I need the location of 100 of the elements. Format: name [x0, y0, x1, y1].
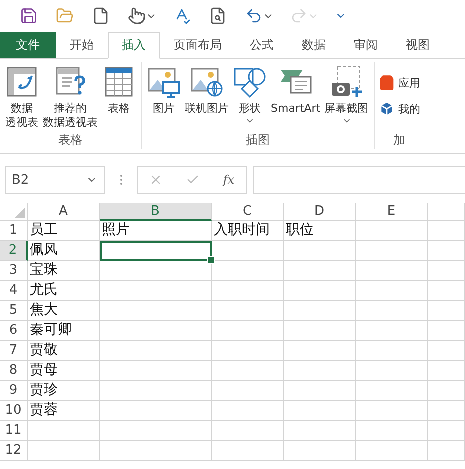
row-header[interactable]: 4	[0, 281, 28, 301]
table-cell[interactable]	[284, 321, 356, 341]
table-cell[interactable]	[100, 401, 212, 421]
table-cell[interactable]	[212, 421, 284, 441]
table-cell[interactable]	[100, 321, 212, 341]
table-cell[interactable]	[356, 421, 428, 441]
table-cell[interactable]	[212, 321, 284, 341]
table-cell[interactable]	[356, 401, 428, 421]
table-cell[interactable]: 贾母	[28, 361, 100, 381]
file-tab[interactable]: 文件	[0, 32, 56, 58]
ribbon-button[interactable]: 联机图片	[184, 65, 230, 131]
ribbon-button[interactable]: 推荐的 数据透视表	[42, 65, 99, 131]
name-box[interactable]: B2	[5, 166, 105, 194]
table-cell[interactable]: 佩风	[28, 241, 100, 261]
table-cell[interactable]	[100, 361, 212, 381]
table-cell[interactable]	[428, 281, 465, 301]
table-cell[interactable]	[212, 241, 284, 261]
table-cell[interactable]	[428, 361, 465, 381]
table-cell[interactable]	[428, 421, 465, 441]
formula-bar[interactable]	[253, 166, 465, 194]
table-cell[interactable]	[284, 241, 356, 261]
table-cell[interactable]	[100, 341, 212, 361]
table-cell[interactable]: 贾珍	[28, 381, 100, 401]
table-cell[interactable]: 入职时间	[212, 221, 284, 241]
table-cell[interactable]	[100, 381, 212, 401]
ribbon-button[interactable]: SmartArt	[270, 65, 322, 131]
table-cell[interactable]	[284, 281, 356, 301]
table-cell[interactable]	[356, 301, 428, 321]
table-cell[interactable]	[284, 381, 356, 401]
table-cell[interactable]	[428, 301, 465, 321]
column-header[interactable]: A	[28, 203, 100, 221]
table-cell[interactable]	[100, 421, 212, 441]
table-cell[interactable]	[100, 261, 212, 281]
table-cell[interactable]: 焦大	[28, 301, 100, 321]
table-cell[interactable]	[212, 341, 284, 361]
table-cell[interactable]	[356, 341, 428, 361]
table-cell[interactable]	[428, 221, 465, 241]
insert-function-button[interactable]: fx	[223, 173, 235, 187]
ribbon-button[interactable]: 形状	[232, 65, 268, 131]
column-header[interactable]: B	[100, 203, 212, 221]
row-header[interactable]: 8	[0, 361, 28, 381]
table-cell[interactable]	[428, 401, 465, 421]
table-cell[interactable]	[212, 381, 284, 401]
ribbon-button[interactable]: 图片	[146, 65, 182, 131]
table-cell[interactable]	[284, 401, 356, 421]
table-cell[interactable]: 贾蓉	[28, 401, 100, 421]
table-cell[interactable]	[284, 301, 356, 321]
table-cell[interactable]	[428, 341, 465, 361]
column-header[interactable]	[428, 203, 465, 221]
table-cell[interactable]	[356, 241, 428, 261]
table-cell[interactable]	[284, 361, 356, 381]
table-cell[interactable]	[356, 321, 428, 341]
fill-handle[interactable]	[207, 256, 215, 264]
select-all-icon[interactable]	[15, 208, 25, 218]
ribbon-button[interactable]: 应用	[378, 75, 421, 91]
table-cell[interactable]	[356, 261, 428, 281]
table-cell[interactable]	[428, 321, 465, 341]
table-cell[interactable]: 尤氏	[28, 281, 100, 301]
table-cell[interactable]	[284, 421, 356, 441]
table-cell[interactable]	[212, 281, 284, 301]
row-header[interactable]: 2	[0, 241, 28, 261]
row-header[interactable]: 1	[0, 221, 28, 241]
table-cell[interactable]: 贾敬	[28, 341, 100, 361]
row-header[interactable]: 3	[0, 261, 28, 281]
table-cell[interactable]	[284, 441, 356, 461]
row-header[interactable]: 5	[0, 301, 28, 321]
table-cell[interactable]	[356, 221, 428, 241]
table-cell[interactable]	[28, 441, 100, 461]
table-cell[interactable]: 照片	[100, 221, 212, 241]
column-header[interactable]: E	[356, 203, 428, 221]
table-cell[interactable]: 职位	[284, 221, 356, 241]
table-cell[interactable]	[428, 441, 465, 461]
row-header[interactable]: 11	[0, 421, 28, 441]
table-cell[interactable]	[100, 281, 212, 301]
row-header[interactable]: 7	[0, 341, 28, 361]
column-header[interactable]: C	[212, 203, 284, 221]
row-header[interactable]: 9	[0, 381, 28, 401]
table-cell[interactable]: 秦可卿	[28, 321, 100, 341]
table-cell[interactable]	[428, 241, 465, 261]
row-header[interactable]: 10	[0, 401, 28, 421]
table-cell[interactable]	[212, 261, 284, 281]
table-cell[interactable]	[212, 361, 284, 381]
ribbon-button[interactable]: 屏幕截图	[324, 65, 370, 131]
table-cell[interactable]	[284, 261, 356, 281]
table-cell[interactable]: 员工	[28, 221, 100, 241]
table-cell[interactable]	[428, 381, 465, 401]
ribbon-button[interactable]: 数据 透视表	[4, 65, 40, 131]
table-cell[interactable]: 宝珠	[28, 261, 100, 281]
table-cell[interactable]	[356, 281, 428, 301]
table-cell[interactable]	[356, 361, 428, 381]
table-cell[interactable]	[100, 441, 212, 461]
table-cell[interactable]	[356, 381, 428, 401]
row-header[interactable]: 6	[0, 321, 28, 341]
table-cell[interactable]	[356, 441, 428, 461]
ribbon-button[interactable]: 表格	[101, 65, 137, 131]
table-cell[interactable]	[28, 421, 100, 441]
ribbon-tab[interactable]: 插入	[108, 32, 160, 59]
selected-cell[interactable]	[100, 241, 212, 261]
row-header[interactable]: 12	[0, 441, 28, 461]
table-cell[interactable]	[100, 301, 212, 321]
